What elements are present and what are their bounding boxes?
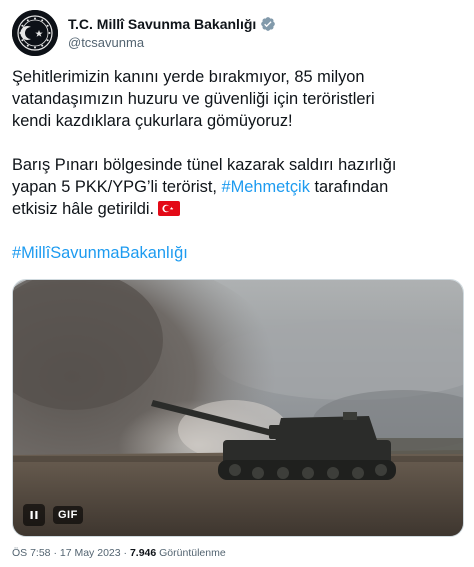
turkish-flag-icon <box>158 201 181 216</box>
ministry-emblem-icon <box>12 10 58 56</box>
tweet-time[interactable]: ÖS 7:58 <box>12 547 51 559</box>
hashtag-link-msb[interactable]: #MillîSavunmaBakanlığı <box>12 242 464 264</box>
views-count: 7.946 <box>129 547 157 559</box>
hashtag-link-mehmetcik[interactable]: #Mehmetçik <box>222 178 310 196</box>
meta-separator: · <box>50 547 60 559</box>
views-label: Görüntülenme <box>156 547 226 559</box>
account-handle[interactable]: @tcsavunma <box>68 35 276 50</box>
meta-separator: · <box>120 547 130 559</box>
text-line: yapan 5 PKK/YPG’li terörist, #Mehmetçik … <box>12 176 464 198</box>
text-line: etkisiz hâle getirildi. <box>12 198 464 220</box>
tweet-date[interactable]: 17 May 2023 <box>60 547 121 559</box>
howitzer-firing-image <box>13 280 463 536</box>
avatar[interactable] <box>12 10 58 56</box>
text-line: Şehitlerimizin kanını yerde bırakmıyor, … <box>12 68 365 86</box>
text-segment: etkisiz hâle getirildi. <box>12 200 155 218</box>
tweet-text: Şehitlerimizin kanını yerde bırakmıyor, … <box>12 66 464 264</box>
text-line: kendi kazdıklara çukurlara gömüyoruz! <box>12 112 293 130</box>
tweet-paragraph-1: Şehitlerimizin kanını yerde bırakmıyor, … <box>12 66 464 132</box>
pause-icon <box>30 511 38 519</box>
display-name[interactable]: T.C. Millî Savunma Bakanlığı <box>68 16 256 32</box>
text-segment: yapan 5 PKK/YPG’li terörist, <box>12 178 222 196</box>
text-line: Barış Pınarı bölgesinde tünel kazarak sa… <box>12 156 397 174</box>
pause-button[interactable] <box>23 504 45 526</box>
tweet-media-gif[interactable]: GIF <box>12 279 464 537</box>
text-line: vatandaşımızın huzuru ve güvenliği için … <box>12 90 375 108</box>
tweet-paragraph-2: Barış Pınarı bölgesinde tünel kazarak sa… <box>12 154 464 220</box>
tweet-header: T.C. Millî Savunma Bakanlığı @tcsavunma <box>12 10 462 58</box>
media-controls: GIF <box>23 504 83 526</box>
gif-badge: GIF <box>53 506 83 524</box>
text-segment: tarafından <box>309 178 389 196</box>
verified-badge-icon[interactable] <box>260 16 276 32</box>
tweet-meta: ÖS 7:58 · 17 May 2023 · 7.946 Görüntülen… <box>12 547 226 559</box>
